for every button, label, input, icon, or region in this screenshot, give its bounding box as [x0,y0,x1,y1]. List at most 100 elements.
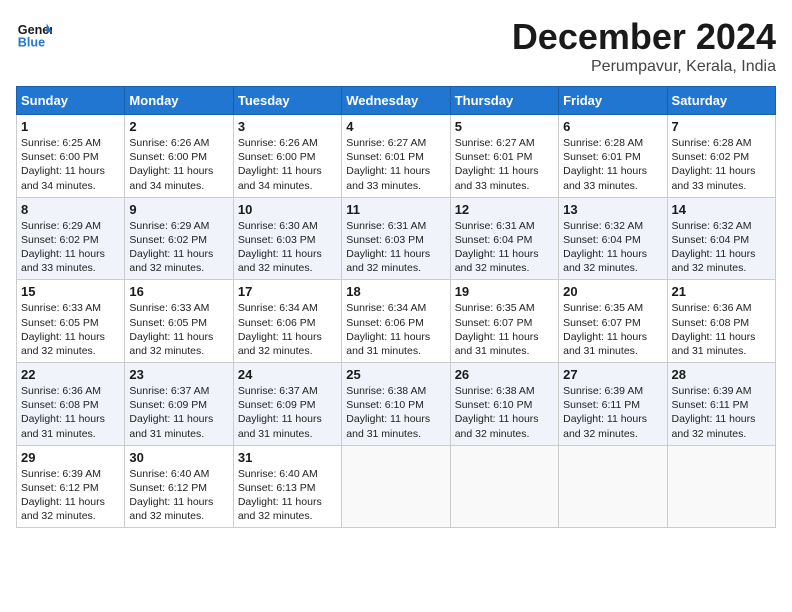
table-cell: 2Sunrise: 6:26 AMSunset: 6:00 PMDaylight… [125,115,233,198]
table-cell: 9 Sunrise: 6:29 AMSunset: 6:02 PMDaylight… [125,197,233,280]
table-cell: 1Sunrise: 6:25 AMSunset: 6:00 PMDaylight… [17,115,125,198]
header-wednesday: Wednesday [342,87,450,115]
table-cell: 11 Sunrise: 6:31 AMSunset: 6:03 PMDayligh… [342,197,450,280]
day-info: Sunrise: 6:29 AMSunset: 6:02 PMDaylight:… [21,219,120,276]
calendar-body: 1Sunrise: 6:25 AMSunset: 6:00 PMDaylight… [17,115,776,528]
calendar-title: December 2024 [512,16,776,58]
table-cell [667,445,775,528]
day-number: 20 [563,284,662,299]
header-saturday: Saturday [667,87,775,115]
table-cell: 18 Sunrise: 6:34 AMSunset: 6:06 PMDayligh… [342,280,450,363]
day-number: 17 [238,284,337,299]
day-number: 26 [455,367,554,382]
table-cell: 26 Sunrise: 6:38 AMSunset: 6:10 PMDayligh… [450,363,558,446]
day-info: Sunrise: 6:38 AMSunset: 6:10 PMDaylight:… [455,384,554,441]
day-info: Sunrise: 6:31 AMSunset: 6:04 PMDaylight:… [455,219,554,276]
table-cell: 24 Sunrise: 6:37 AMSunset: 6:09 PMDayligh… [233,363,341,446]
calendar-table: Sunday Monday Tuesday Wednesday Thursday… [16,86,776,528]
day-number: 5 [455,119,554,134]
day-number: 21 [672,284,771,299]
day-info: Sunrise: 6:27 AMSunset: 6:01 PMDaylight:… [346,136,445,193]
day-number: 25 [346,367,445,382]
day-info: Sunrise: 6:28 AMSunset: 6:01 PMDaylight:… [563,136,662,193]
day-info: Sunrise: 6:39 AMSunset: 6:12 PMDaylight:… [21,467,120,524]
day-info: Sunrise: 6:26 AMSunset: 6:00 PMDaylight:… [238,136,337,193]
day-info: Sunrise: 6:39 AMSunset: 6:11 PMDaylight:… [672,384,771,441]
day-info: Sunrise: 6:34 AMSunset: 6:06 PMDaylight:… [346,301,445,358]
table-cell: 17 Sunrise: 6:34 AMSunset: 6:06 PMDayligh… [233,280,341,363]
title-area: December 2024 Perumpavur, Kerala, India [512,16,776,76]
day-info: Sunrise: 6:34 AMSunset: 6:06 PMDaylight:… [238,301,337,358]
header-friday: Friday [559,87,667,115]
day-info: Sunrise: 6:36 AMSunset: 6:08 PMDaylight:… [21,384,120,441]
day-number: 7 [672,119,771,134]
table-cell: 22Sunrise: 6:36 AMSunset: 6:08 PMDayligh… [17,363,125,446]
day-number: 15 [21,284,120,299]
day-info: Sunrise: 6:40 AMSunset: 6:12 PMDaylight:… [129,467,228,524]
table-cell: 21 Sunrise: 6:36 AMSunset: 6:08 PMDayligh… [667,280,775,363]
header-thursday: Thursday [450,87,558,115]
day-info: Sunrise: 6:37 AMSunset: 6:09 PMDaylight:… [129,384,228,441]
svg-text:Blue: Blue [18,36,45,50]
calendar-week-5: 29 Sunrise: 6:39 AMSunset: 6:12 PMDayligh… [17,445,776,528]
header-tuesday: Tuesday [233,87,341,115]
table-cell: 12 Sunrise: 6:31 AMSunset: 6:04 PMDayligh… [450,197,558,280]
logo: General Blue [16,16,52,52]
day-info: Sunrise: 6:33 AMSunset: 6:05 PMDaylight:… [129,301,228,358]
day-number: 9 [129,202,228,217]
day-info: Sunrise: 6:37 AMSunset: 6:09 PMDaylight:… [238,384,337,441]
calendar-week-4: 22Sunrise: 6:36 AMSunset: 6:08 PMDayligh… [17,363,776,446]
header-sunday: Sunday [17,87,125,115]
day-info: Sunrise: 6:36 AMSunset: 6:08 PMDaylight:… [672,301,771,358]
table-cell: 25 Sunrise: 6:38 AMSunset: 6:10 PMDayligh… [342,363,450,446]
day-number: 13 [563,202,662,217]
page-header: General Blue December 2024 Perumpavur, K… [16,16,776,76]
table-cell: 16 Sunrise: 6:33 AMSunset: 6:05 PMDayligh… [125,280,233,363]
table-cell: 31Sunrise: 6:40 AMSunset: 6:13 PMDayligh… [233,445,341,528]
day-info: Sunrise: 6:31 AMSunset: 6:03 PMDaylight:… [346,219,445,276]
table-cell: 5 Sunrise: 6:27 AMSunset: 6:01 PMDaylight… [450,115,558,198]
day-number: 18 [346,284,445,299]
table-cell [559,445,667,528]
day-number: 11 [346,202,445,217]
table-cell: 10 Sunrise: 6:30 AMSunset: 6:03 PMDayligh… [233,197,341,280]
calendar-week-2: 8Sunrise: 6:29 AMSunset: 6:02 PMDaylight… [17,197,776,280]
day-number: 10 [238,202,337,217]
table-cell: 27Sunrise: 6:39 AMSunset: 6:11 PMDayligh… [559,363,667,446]
day-number: 24 [238,367,337,382]
table-cell: 6 Sunrise: 6:28 AMSunset: 6:01 PMDaylight… [559,115,667,198]
day-number: 19 [455,284,554,299]
day-info: Sunrise: 6:26 AMSunset: 6:00 PMDaylight:… [129,136,228,193]
header-monday: Monday [125,87,233,115]
day-info: Sunrise: 6:30 AMSunset: 6:03 PMDaylight:… [238,219,337,276]
day-number: 3 [238,119,337,134]
table-cell: 29 Sunrise: 6:39 AMSunset: 6:12 PMDayligh… [17,445,125,528]
table-cell: 19 Sunrise: 6:35 AMSunset: 6:07 PMDayligh… [450,280,558,363]
day-info: Sunrise: 6:35 AMSunset: 6:07 PMDaylight:… [455,301,554,358]
day-info: Sunrise: 6:35 AMSunset: 6:07 PMDaylight:… [563,301,662,358]
table-cell: 28 Sunrise: 6:39 AMSunset: 6:11 PMDayligh… [667,363,775,446]
day-info: Sunrise: 6:27 AMSunset: 6:01 PMDaylight:… [455,136,554,193]
day-number: 28 [672,367,771,382]
day-info: Sunrise: 6:28 AMSunset: 6:02 PMDaylight:… [672,136,771,193]
day-number: 6 [563,119,662,134]
table-cell: 20 Sunrise: 6:35 AMSunset: 6:07 PMDayligh… [559,280,667,363]
calendar-week-1: 1Sunrise: 6:25 AMSunset: 6:00 PMDaylight… [17,115,776,198]
day-info: Sunrise: 6:29 AMSunset: 6:02 PMDaylight:… [129,219,228,276]
table-cell: 30 Sunrise: 6:40 AMSunset: 6:12 PMDayligh… [125,445,233,528]
day-number: 12 [455,202,554,217]
table-cell: 14Sunrise: 6:32 AMSunset: 6:04 PMDayligh… [667,197,775,280]
day-info: Sunrise: 6:38 AMSunset: 6:10 PMDaylight:… [346,384,445,441]
table-cell [450,445,558,528]
day-number: 23 [129,367,228,382]
table-cell: 7 Sunrise: 6:28 AMSunset: 6:02 PMDaylight… [667,115,775,198]
table-cell: 4Sunrise: 6:27 AMSunset: 6:01 PMDaylight… [342,115,450,198]
table-cell: 13Sunrise: 6:32 AMSunset: 6:04 PMDayligh… [559,197,667,280]
table-cell: 23 Sunrise: 6:37 AMSunset: 6:09 PMDayligh… [125,363,233,446]
day-number: 31 [238,450,337,465]
day-number: 29 [21,450,120,465]
day-number: 30 [129,450,228,465]
day-number: 16 [129,284,228,299]
table-cell: 8Sunrise: 6:29 AMSunset: 6:02 PMDaylight… [17,197,125,280]
day-info: Sunrise: 6:39 AMSunset: 6:11 PMDaylight:… [563,384,662,441]
